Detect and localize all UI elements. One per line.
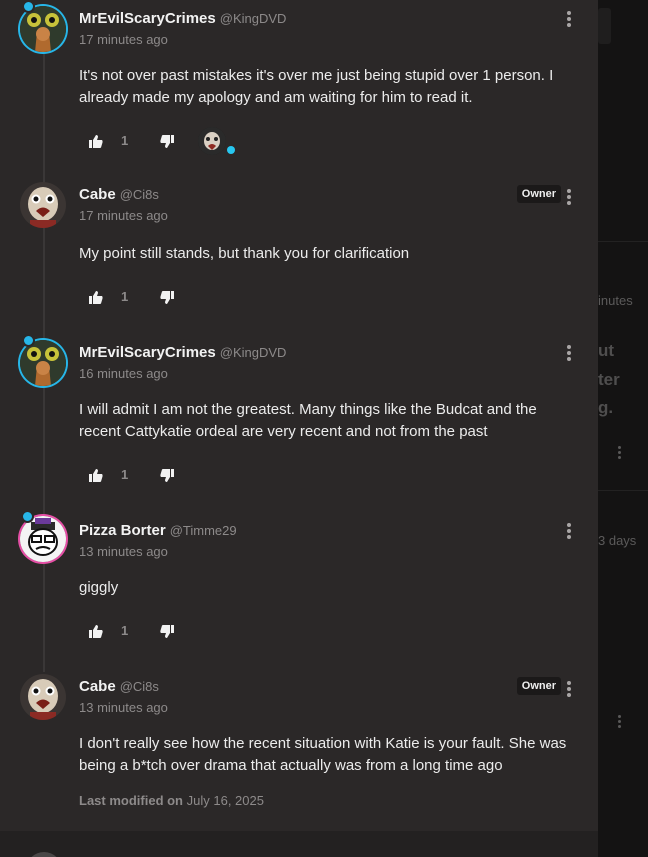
like-button[interactable]: [89, 285, 103, 309]
bird-avatar[interactable]: [20, 674, 66, 720]
thumbs-down-icon: [160, 468, 174, 482]
comment-handle: @KingDVD: [219, 11, 287, 26]
comment-text: I will admit I am not the greatest. Many…: [79, 401, 537, 440]
like-button[interactable]: [89, 619, 103, 643]
background-text: ter: [598, 370, 620, 389]
comment-author[interactable]: MrEvilScaryCrimes @KingDVD: [79, 10, 286, 27]
thumbs-up-icon: [89, 134, 103, 148]
background-divider: [598, 241, 648, 242]
footer-bar: [0, 831, 598, 857]
comment-time: 13 minutes ago: [79, 544, 168, 559]
background-text: g.: [598, 398, 614, 417]
comment-time: 17 minutes ago: [79, 32, 168, 47]
comment-handle: @Ci8s: [119, 679, 159, 694]
status-dot: [22, 334, 35, 347]
status-dot: [22, 0, 35, 13]
last-modified: Last modified on July 16, 2025: [79, 793, 264, 808]
comments-panel: MrEvilScaryCrimes @KingDVD 17 minutes ago…: [0, 0, 598, 857]
like-count: 1: [121, 467, 129, 482]
comment-author[interactable]: Cabe @Ci8s: [79, 186, 159, 203]
background-box: [598, 8, 611, 44]
background-more-icon: [618, 715, 622, 730]
background-page: inutes ut ter g. 3 days: [598, 0, 648, 857]
comment-time: 13 minutes ago: [79, 700, 168, 715]
thumbs-down-icon: [160, 290, 174, 304]
background-divider: [598, 490, 648, 491]
bird-avatar[interactable]: [20, 182, 66, 228]
more-options-icon[interactable]: [565, 523, 573, 541]
dislike-button[interactable]: [160, 285, 174, 309]
dislike-button[interactable]: [160, 129, 174, 153]
background-text: inutes: [598, 293, 633, 308]
comment-actions: 1: [79, 285, 199, 309]
thumbs-up-icon: [89, 468, 103, 482]
reactor-avatar[interactable]: [198, 127, 226, 155]
comment-handle: @Ci8s: [119, 187, 159, 202]
like-count: 1: [121, 133, 129, 148]
comment-actions: 1: [79, 127, 279, 155]
comment-actions: 1: [79, 619, 199, 643]
comment-text: I don't really see how the recent situat…: [79, 735, 567, 774]
background-more-icon: [618, 446, 622, 461]
background-text: ut: [598, 341, 615, 360]
dislike-button[interactable]: [160, 463, 174, 487]
owner-badge: Owner: [516, 185, 561, 203]
owner-badge: Owner: [516, 677, 561, 695]
more-options-icon[interactable]: [565, 345, 573, 363]
online-dot: [227, 146, 235, 154]
comment-handle: @KingDVD: [219, 345, 287, 360]
comment-author[interactable]: MrEvilScaryCrimes @KingDVD: [79, 344, 286, 361]
more-options-icon[interactable]: [565, 11, 573, 29]
like-button[interactable]: [89, 463, 103, 487]
comment-text: My point still stands, but thank you for…: [79, 245, 410, 262]
comment-text: giggly: [79, 579, 119, 596]
comment-time: 17 minutes ago: [79, 208, 168, 223]
like-button[interactable]: [89, 129, 103, 153]
like-count: 1: [121, 623, 129, 638]
comment-time: 16 minutes ago: [79, 366, 168, 381]
thumbs-down-icon: [160, 134, 174, 148]
thumbs-down-icon: [160, 624, 174, 638]
dislike-button[interactable]: [160, 619, 174, 643]
status-dot: [21, 510, 34, 523]
comment-text: It's not over past mistakes it's over me…: [79, 67, 554, 106]
thumbs-up-icon: [89, 290, 103, 304]
comment-author[interactable]: Pizza Borter @Timme29: [79, 522, 237, 539]
comment-actions: 1: [79, 463, 199, 487]
like-count: 1: [121, 289, 129, 304]
comment-handle: @Timme29: [169, 523, 237, 538]
thumbs-up-icon: [89, 624, 103, 638]
last-modified-label: Last modified on: [79, 793, 183, 808]
last-modified-date: July 16, 2025: [186, 793, 264, 808]
more-options-icon[interactable]: [565, 189, 573, 207]
comment-author[interactable]: Cabe @Ci8s: [79, 678, 159, 695]
more-options-icon[interactable]: [565, 681, 573, 699]
background-text: 3 days: [598, 533, 637, 548]
